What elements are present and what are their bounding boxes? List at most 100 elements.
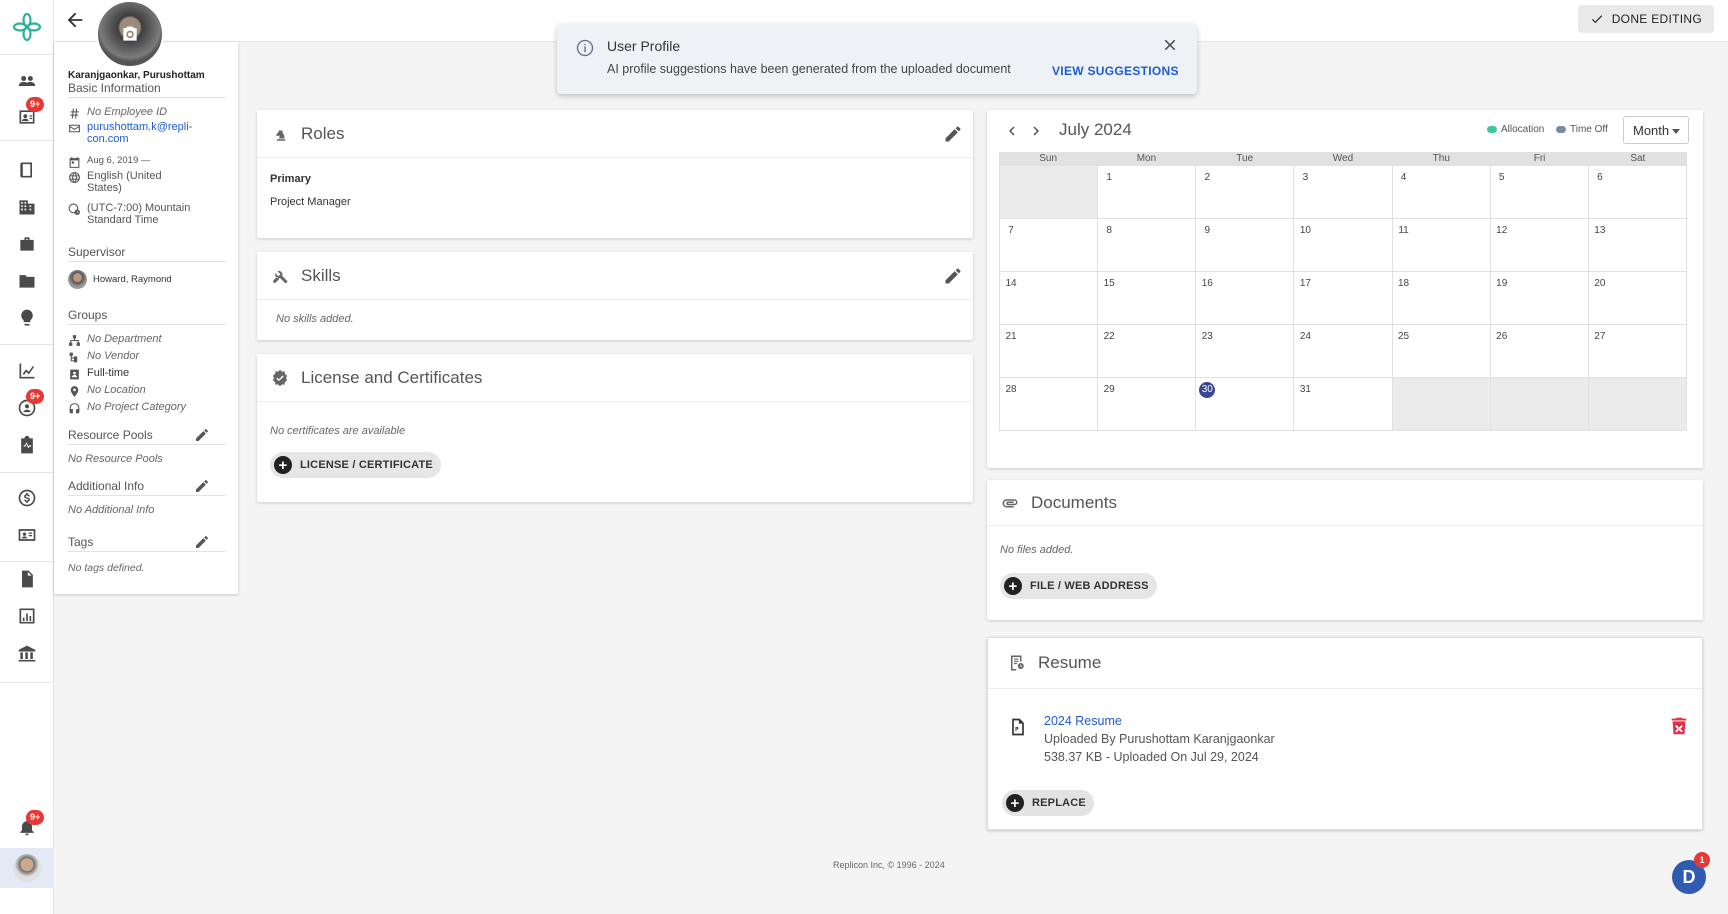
supervisor-name[interactable]: Howard, Raymond bbox=[93, 274, 172, 285]
calendar-day-cell[interactable]: 30 bbox=[1196, 378, 1295, 431]
calendar-day-cell[interactable]: 28 bbox=[1000, 378, 1099, 431]
calendar-day-cell[interactable]: 23 bbox=[1196, 325, 1295, 378]
vendor-tree-icon bbox=[68, 351, 81, 364]
calendar-day-number: 14 bbox=[1005, 278, 1017, 289]
nav-dollar-icon[interactable] bbox=[14, 485, 40, 511]
email-link[interactable]: purushottam.k@repli-con.com bbox=[87, 121, 197, 145]
roles-card: Roles Primary Project Manager bbox=[257, 110, 973, 238]
paperclip-icon bbox=[1002, 498, 1018, 507]
nav-document-icon[interactable] bbox=[14, 566, 40, 592]
nav-briefcase-icon[interactable] bbox=[14, 231, 40, 257]
edit-resource-pools-pencil-icon[interactable] bbox=[194, 427, 210, 443]
nav-contact-book-icon[interactable] bbox=[14, 522, 40, 548]
calendar-day-number bbox=[1494, 382, 1510, 398]
nav-divider bbox=[0, 472, 54, 473]
calendar-day-cell[interactable]: 13 bbox=[1588, 219, 1687, 272]
calendar-day-cell[interactable]: 12 bbox=[1490, 219, 1589, 272]
calendar-empty-cell bbox=[1588, 378, 1687, 431]
calendar-day-cell[interactable]: 24 bbox=[1294, 325, 1393, 378]
view-suggestions-button[interactable]: VIEW SUGGESTIONS bbox=[1052, 64, 1179, 78]
legend-time-off-label: Time Off bbox=[1570, 124, 1608, 135]
replicon-logo[interactable] bbox=[12, 12, 42, 42]
add-license-certificate-button[interactable]: + LICENSE / CERTIFICATE bbox=[270, 452, 441, 478]
calendar-month-title: July 2024 bbox=[1059, 120, 1132, 139]
next-month-chevron-right-icon[interactable] bbox=[1027, 122, 1045, 140]
calendar-day-cell[interactable]: 26 bbox=[1490, 325, 1589, 378]
prev-month-chevron-left-icon[interactable] bbox=[1003, 122, 1021, 140]
calendar-day-cell[interactable]: 6 bbox=[1588, 166, 1687, 219]
calendar-day-cell[interactable]: 19 bbox=[1490, 272, 1589, 325]
calendar-day-cell[interactable]: 17 bbox=[1294, 272, 1393, 325]
id-badge-icon bbox=[68, 368, 81, 381]
globe-clock-icon bbox=[68, 203, 81, 216]
help-widget-button[interactable]: D 1 bbox=[1672, 852, 1710, 894]
pdf-file-icon bbox=[1012, 718, 1024, 736]
documents-empty: No files added. bbox=[1000, 544, 1074, 556]
calendar-day-cell[interactable]: 1 bbox=[1098, 166, 1197, 219]
close-icon[interactable] bbox=[1161, 36, 1179, 54]
calendar-day-cell[interactable]: 2 bbox=[1196, 166, 1295, 219]
calendar-day-cell[interactable]: 25 bbox=[1392, 325, 1491, 378]
resume-file-link[interactable]: 2024 Resume bbox=[1044, 714, 1122, 728]
plus-circle-icon: + bbox=[274, 456, 292, 474]
calendar-day-cell[interactable]: 27 bbox=[1588, 325, 1687, 378]
nav-folder-icon[interactable] bbox=[14, 268, 40, 294]
plus-circle-icon: + bbox=[1006, 794, 1024, 812]
calendar-day-number bbox=[1592, 382, 1608, 398]
globe-icon bbox=[68, 171, 81, 184]
calendar-day-cell[interactable]: 3 bbox=[1294, 166, 1393, 219]
check-icon bbox=[1591, 15, 1602, 24]
calendar-day-number: 13 bbox=[1594, 225, 1606, 236]
day-of-week-label: Fri bbox=[1533, 153, 1546, 164]
nav-chart-edit-icon[interactable] bbox=[14, 358, 40, 384]
edit-additional-info-pencil-icon[interactable] bbox=[194, 478, 210, 494]
back-arrow-icon[interactable] bbox=[64, 9, 86, 31]
calendar-day-cell[interactable]: 11 bbox=[1392, 219, 1491, 272]
email-icon bbox=[68, 122, 81, 135]
nav-divider bbox=[0, 344, 54, 345]
section-divider bbox=[68, 551, 226, 552]
nav-bank-icon[interactable] bbox=[14, 641, 40, 667]
profile-photo-upload[interactable] bbox=[96, 0, 164, 68]
calendar-day-cell[interactable]: 10 bbox=[1294, 219, 1393, 272]
calendar-day-cell[interactable]: 7 bbox=[1000, 219, 1099, 272]
employee-id: No Employee ID bbox=[87, 106, 168, 118]
calendar-day-cell[interactable]: 14 bbox=[1000, 272, 1099, 325]
calendar-day-cell[interactable]: 16 bbox=[1196, 272, 1295, 325]
edit-skills-pencil-icon[interactable] bbox=[943, 266, 963, 286]
calendar-day-number: 2 bbox=[1204, 172, 1211, 183]
calendar-day-number: 24 bbox=[1299, 331, 1311, 342]
done-editing-button[interactable]: DONE EDITING bbox=[1577, 5, 1714, 33]
resume-title: Resume bbox=[1038, 653, 1102, 672]
vendor: No Vendor bbox=[87, 350, 140, 362]
calendar-day-cell[interactable]: 5 bbox=[1490, 166, 1589, 219]
calendar-day-cell[interactable]: 22 bbox=[1098, 325, 1197, 378]
calendar-view-select[interactable]: Month bbox=[1623, 116, 1689, 144]
nav-clipboard-pulse-icon[interactable] bbox=[14, 432, 40, 458]
current-user-avatar-button[interactable] bbox=[0, 848, 54, 888]
nav-book-icon[interactable] bbox=[14, 157, 40, 183]
resume-meta: 538.37 KB - Uploaded On Jul 29, 2024 bbox=[1044, 750, 1259, 764]
calendar-day-number: 26 bbox=[1496, 331, 1508, 342]
nav-people-icon[interactable] bbox=[14, 68, 40, 94]
calendar-day-cell[interactable]: 8 bbox=[1098, 219, 1197, 272]
nav-bar-chart-icon[interactable] bbox=[14, 603, 40, 629]
calendar-day-cell[interactable]: 29 bbox=[1098, 378, 1197, 431]
footer-copyright: Replicon Inc, © 1996 - 2024 bbox=[833, 860, 945, 870]
edit-roles-pencil-icon[interactable] bbox=[943, 124, 963, 144]
delete-trash-icon[interactable] bbox=[1668, 714, 1690, 738]
calendar-day-cell[interactable]: 21 bbox=[1000, 325, 1099, 378]
edit-tags-pencil-icon[interactable] bbox=[194, 534, 210, 550]
calendar-day-cell[interactable]: 20 bbox=[1588, 272, 1687, 325]
timezone: (UTC-7:00) Mountain Standard Time bbox=[87, 202, 191, 226]
nav-building-icon[interactable] bbox=[14, 194, 40, 220]
add-file-web-address-button[interactable]: + FILE / WEB ADDRESS bbox=[1000, 573, 1157, 599]
calendar-day-number: 18 bbox=[1398, 278, 1410, 289]
calendar-day-cell[interactable]: 9 bbox=[1196, 219, 1295, 272]
calendar-day-cell[interactable]: 31 bbox=[1294, 378, 1393, 431]
calendar-day-cell[interactable]: 18 bbox=[1392, 272, 1491, 325]
calendar-day-cell[interactable]: 15 bbox=[1098, 272, 1197, 325]
replace-resume-button[interactable]: + REPLACE bbox=[1002, 790, 1094, 816]
calendar-day-cell[interactable]: 4 bbox=[1392, 166, 1491, 219]
nav-lightbulb-icon[interactable] bbox=[14, 305, 40, 331]
